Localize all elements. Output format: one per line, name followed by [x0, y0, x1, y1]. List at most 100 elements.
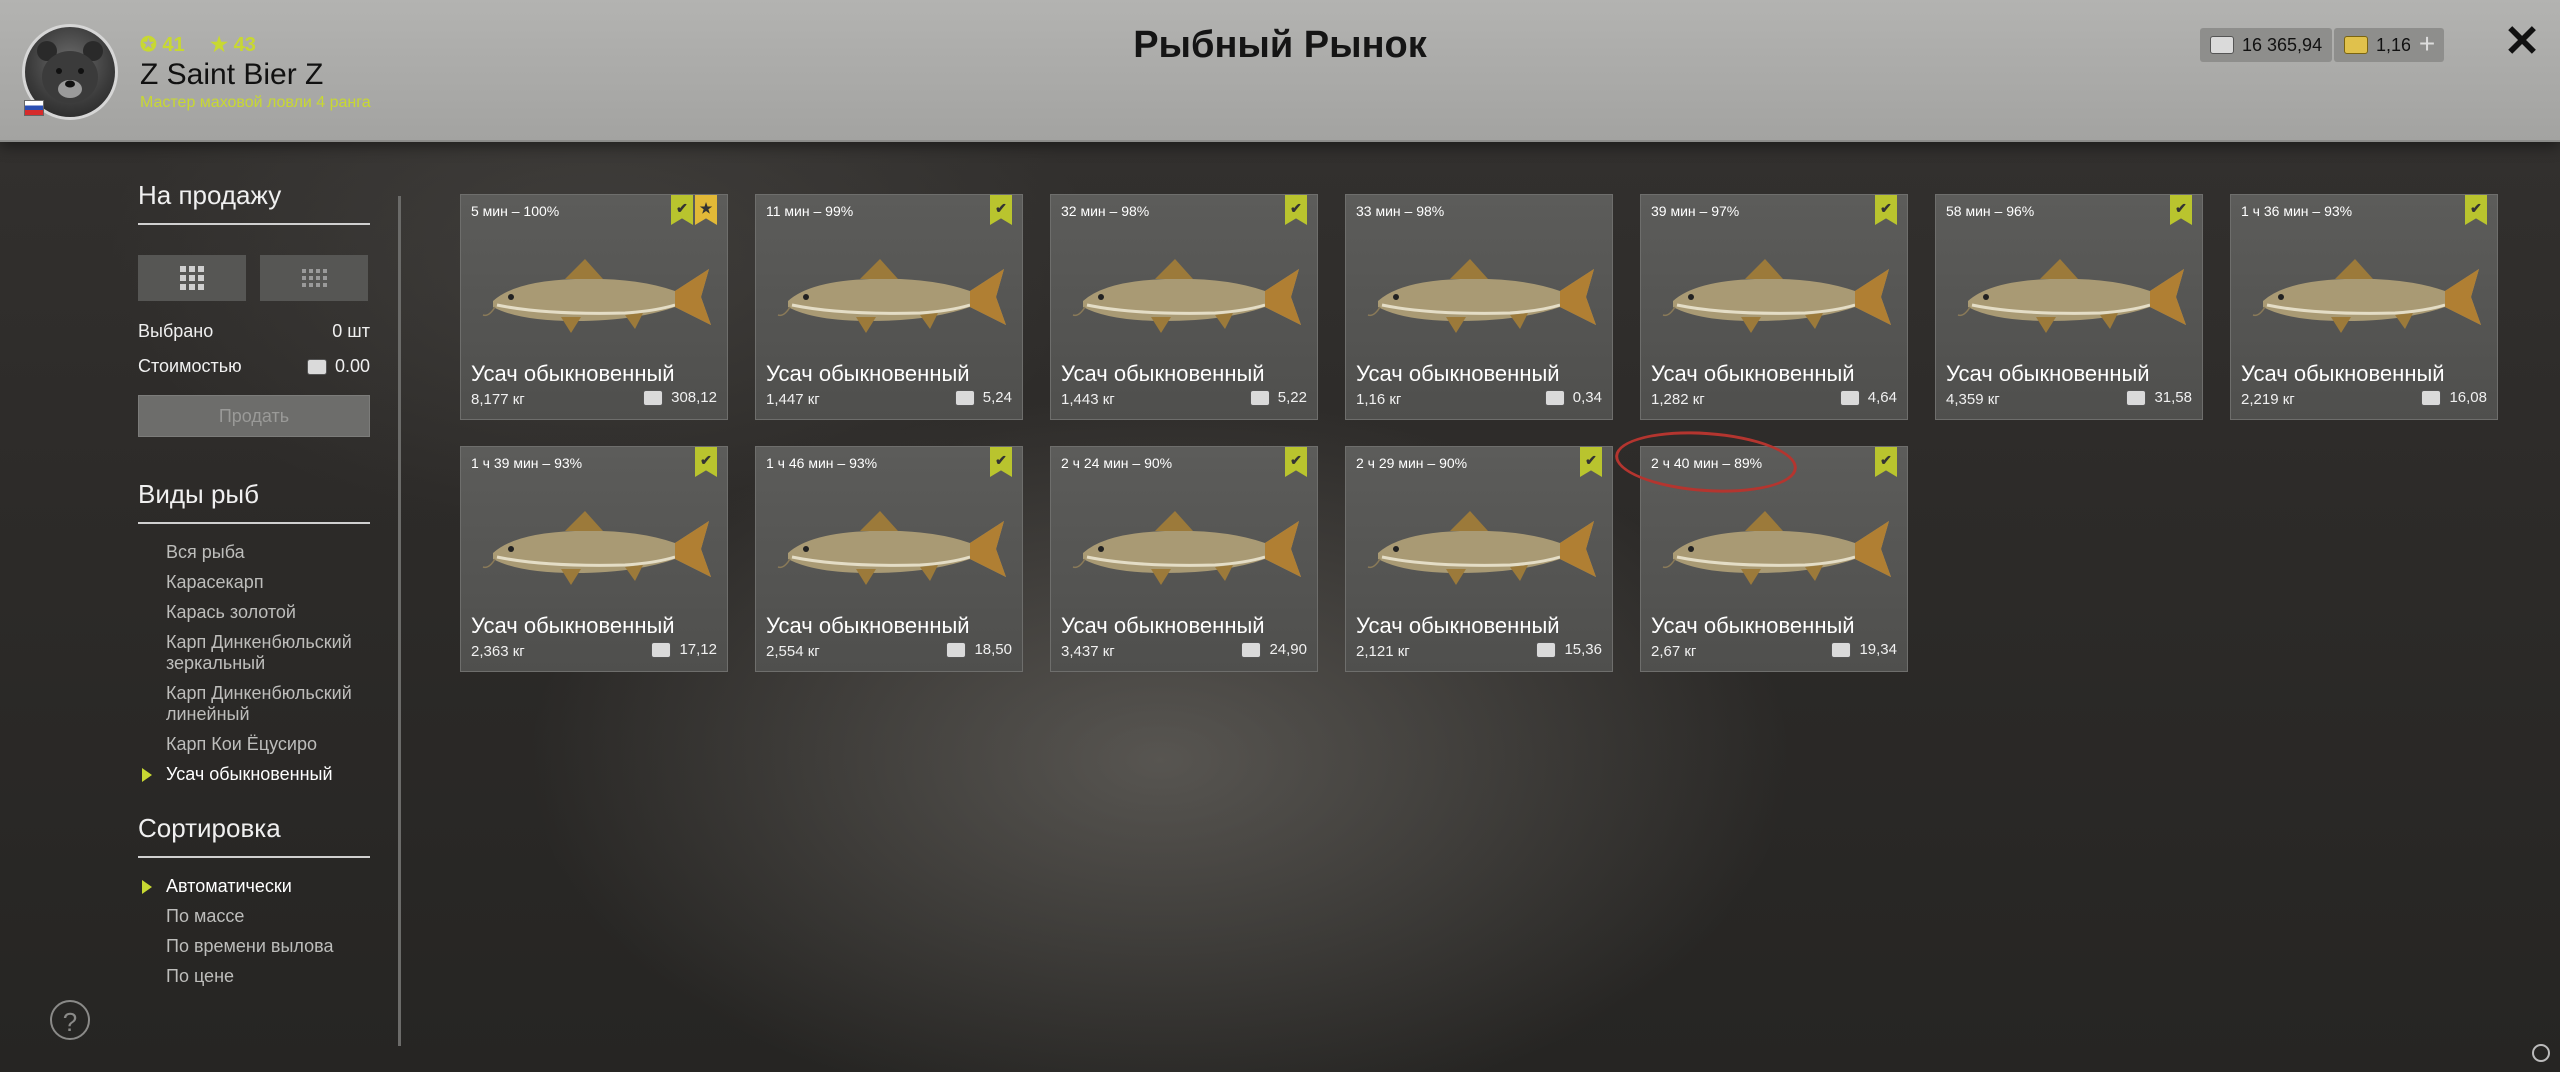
barbel-fish-icon [1072, 259, 1301, 333]
fish-type-label: Вся рыба [166, 542, 245, 562]
add-gold-button[interactable]: + [2410, 28, 2444, 62]
sort-option[interactable]: По времени вылова [138, 936, 370, 957]
fish-type-item[interactable]: Карасекарп [138, 572, 370, 593]
fish-name: Усач обыкновенный [766, 613, 970, 638]
check-icon[interactable]: ✔ [1580, 447, 1602, 477]
barbel-fish-icon [1367, 511, 1596, 585]
silver-coin-icon [954, 389, 975, 406]
fish-weight: 2,219 кг [2241, 391, 2295, 408]
fish-type-label: Усач обыкновенный [166, 764, 333, 784]
catch-time: 32 мин – 98% [1061, 203, 1150, 219]
silver-coin-icon [1249, 389, 1270, 406]
check-icon[interactable]: ✔ [695, 447, 717, 477]
price-value: 0,34 [1572, 389, 1602, 406]
check-icon[interactable]: ✔ [1285, 447, 1307, 477]
check-icon[interactable]: ✔ [1875, 447, 1897, 477]
fish-card[interactable]: 11 мин – 99% ✔ Усач обыкновенный 1,447 кг 5… [755, 194, 1023, 420]
fish-card[interactable]: 1 ч 36 мин – 93% ✔ Усач обыкновенный 2,219… [2230, 194, 2498, 420]
silver-coin-icon [651, 641, 672, 658]
fish-price: 308,12 [643, 389, 717, 406]
check-icon[interactable]: ✔ [990, 447, 1012, 477]
fish-weight: 1,282 кг [1651, 391, 1705, 408]
fish-name: Усач обыкновенный [1651, 613, 1855, 638]
star-icon[interactable]: ★ [695, 195, 717, 225]
top-bar: ✪ 41 ★ 43 Z Saint Bier Z Мастер маховой … [0, 0, 2560, 142]
fish-type-item[interactable]: Карась золотой [138, 602, 370, 623]
silver-coin-icon [1241, 641, 1262, 658]
fish-card[interactable]: 2 ч 24 мин – 90% ✔ Усач обыкновенный 3,437… [1050, 446, 1318, 672]
price-value: 18,50 [974, 641, 1012, 658]
barbel-fish-icon [1662, 511, 1891, 585]
price-value: 308,12 [671, 389, 717, 406]
fish-price: 4,64 [1839, 389, 1897, 406]
barbel-fish-icon [2252, 259, 2481, 333]
check-icon[interactable]: ✔ [671, 195, 693, 225]
close-button[interactable]: ✕ [2500, 20, 2544, 64]
fish-card[interactable]: 58 мин – 96% ✔ Усач обыкновенный 4,359 кг 3… [1935, 194, 2203, 420]
selected-row: Выбрано 0 шт [138, 321, 370, 342]
silver-coin-icon [1831, 641, 1852, 658]
for-sale-title: На продажу [138, 180, 370, 225]
sort-option-label: По массе [166, 906, 245, 926]
cost-amount: 0.00 [306, 356, 370, 377]
barbel-fish-icon [1072, 511, 1301, 585]
fish-name: Усач обыкновенный [471, 361, 675, 386]
silver-coin-icon [1839, 389, 1860, 406]
fish-card[interactable]: 1 ч 39 мин – 93% ✔ Усач обыкновенный 2,363… [460, 446, 728, 672]
fish-name: Усач обыкновенный [2241, 361, 2445, 386]
fish-type-item[interactable]: Карп Динкенбюльский зеркальный [138, 632, 370, 674]
small-grid-view-button[interactable] [260, 255, 368, 301]
barbel-fish-icon [1957, 259, 2186, 333]
catch-time: 58 мин – 96% [1946, 203, 2035, 219]
sort-option[interactable]: По массе [138, 906, 370, 927]
help-button[interactable]: ? [50, 1000, 90, 1040]
check-icon[interactable]: ✔ [1285, 195, 1307, 225]
fish-type-item[interactable]: Карп Кои Ёцусиро [138, 734, 370, 755]
sort-option[interactable]: Автоматически [138, 876, 370, 897]
fish-card[interactable]: 5 мин – 100% ✔ ★ Усач обыкновенный 8,177 кг… [460, 194, 728, 420]
check-icon[interactable]: ✔ [990, 195, 1012, 225]
fish-card[interactable]: 39 мин – 97% ✔ Усач обыкновенный 1,282 кг 4… [1640, 194, 1908, 420]
sort-option[interactable]: По цене [138, 966, 370, 987]
fish-type-item[interactable]: Вся рыба [138, 542, 370, 563]
gold-value: 1,16 [2376, 34, 2412, 55]
fish-card[interactable]: 1 ч 46 мин – 93% ✔ Усач обыкновенный 2,554… [755, 446, 1023, 672]
selected-arrow-icon [142, 880, 152, 894]
check-icon[interactable]: ✔ [2170, 195, 2192, 225]
catch-time: 11 мин – 99% [766, 203, 854, 219]
catch-time: 1 ч 46 мин – 93% [766, 455, 878, 471]
fish-type-label: Карась золотой [166, 602, 296, 622]
sort-option-label: По цене [166, 966, 235, 986]
gold-balance: 1,16 [2334, 28, 2422, 62]
fish-card[interactable]: 2 ч 29 мин – 90% ✔ Усач обыкновенный 2,121… [1345, 446, 1613, 672]
silver-coin-icon [2126, 389, 2147, 406]
fish-type-list: Вся рыба Карасекарп Карась золотой Карп Дин… [138, 542, 370, 785]
catch-time: 1 ч 39 мин – 93% [471, 455, 583, 471]
silver-coin-icon [2210, 36, 2234, 54]
sort-option-label: По времени вылова [166, 936, 334, 956]
fish-price: 16,08 [2421, 389, 2487, 406]
price-value: 5,22 [1277, 389, 1307, 406]
check-icon[interactable]: ✔ [2465, 195, 2487, 225]
view-toggle [138, 255, 370, 301]
check-icon[interactable]: ✔ [1875, 195, 1897, 225]
gold-coin-icon [2344, 36, 2368, 54]
price-value: 5,24 [982, 389, 1012, 406]
fish-card[interactable]: 33 мин – 98% Усач обыкновенный 1,16 кг 0,3… [1345, 194, 1613, 420]
cost-value: 0.00 [334, 356, 370, 376]
fish-price: 19,34 [1831, 641, 1897, 658]
fish-price: 17,12 [651, 641, 717, 658]
fish-weight: 2,121 кг [1356, 643, 1410, 660]
sort-title: Сортировка [138, 813, 370, 858]
sell-button[interactable]: Продать [138, 395, 370, 437]
fish-name: Усач обыкновенный [1061, 361, 1265, 386]
barbel-fish-icon [482, 511, 711, 585]
barbel-fish-icon [482, 259, 711, 333]
settings-icon[interactable] [2532, 1044, 2550, 1062]
large-grid-view-button[interactable] [138, 255, 246, 301]
fish-name: Усач обыкновенный [1356, 361, 1560, 386]
fish-type-item[interactable]: Карп Динкенбюльский линейный [138, 683, 370, 725]
fish-type-item[interactable]: Усач обыкновенный [138, 764, 370, 785]
fish-card[interactable]: 32 мин – 98% ✔ Усач обыкновенный 1,443 кг 5… [1050, 194, 1318, 420]
barbel-fish-icon [777, 511, 1006, 585]
